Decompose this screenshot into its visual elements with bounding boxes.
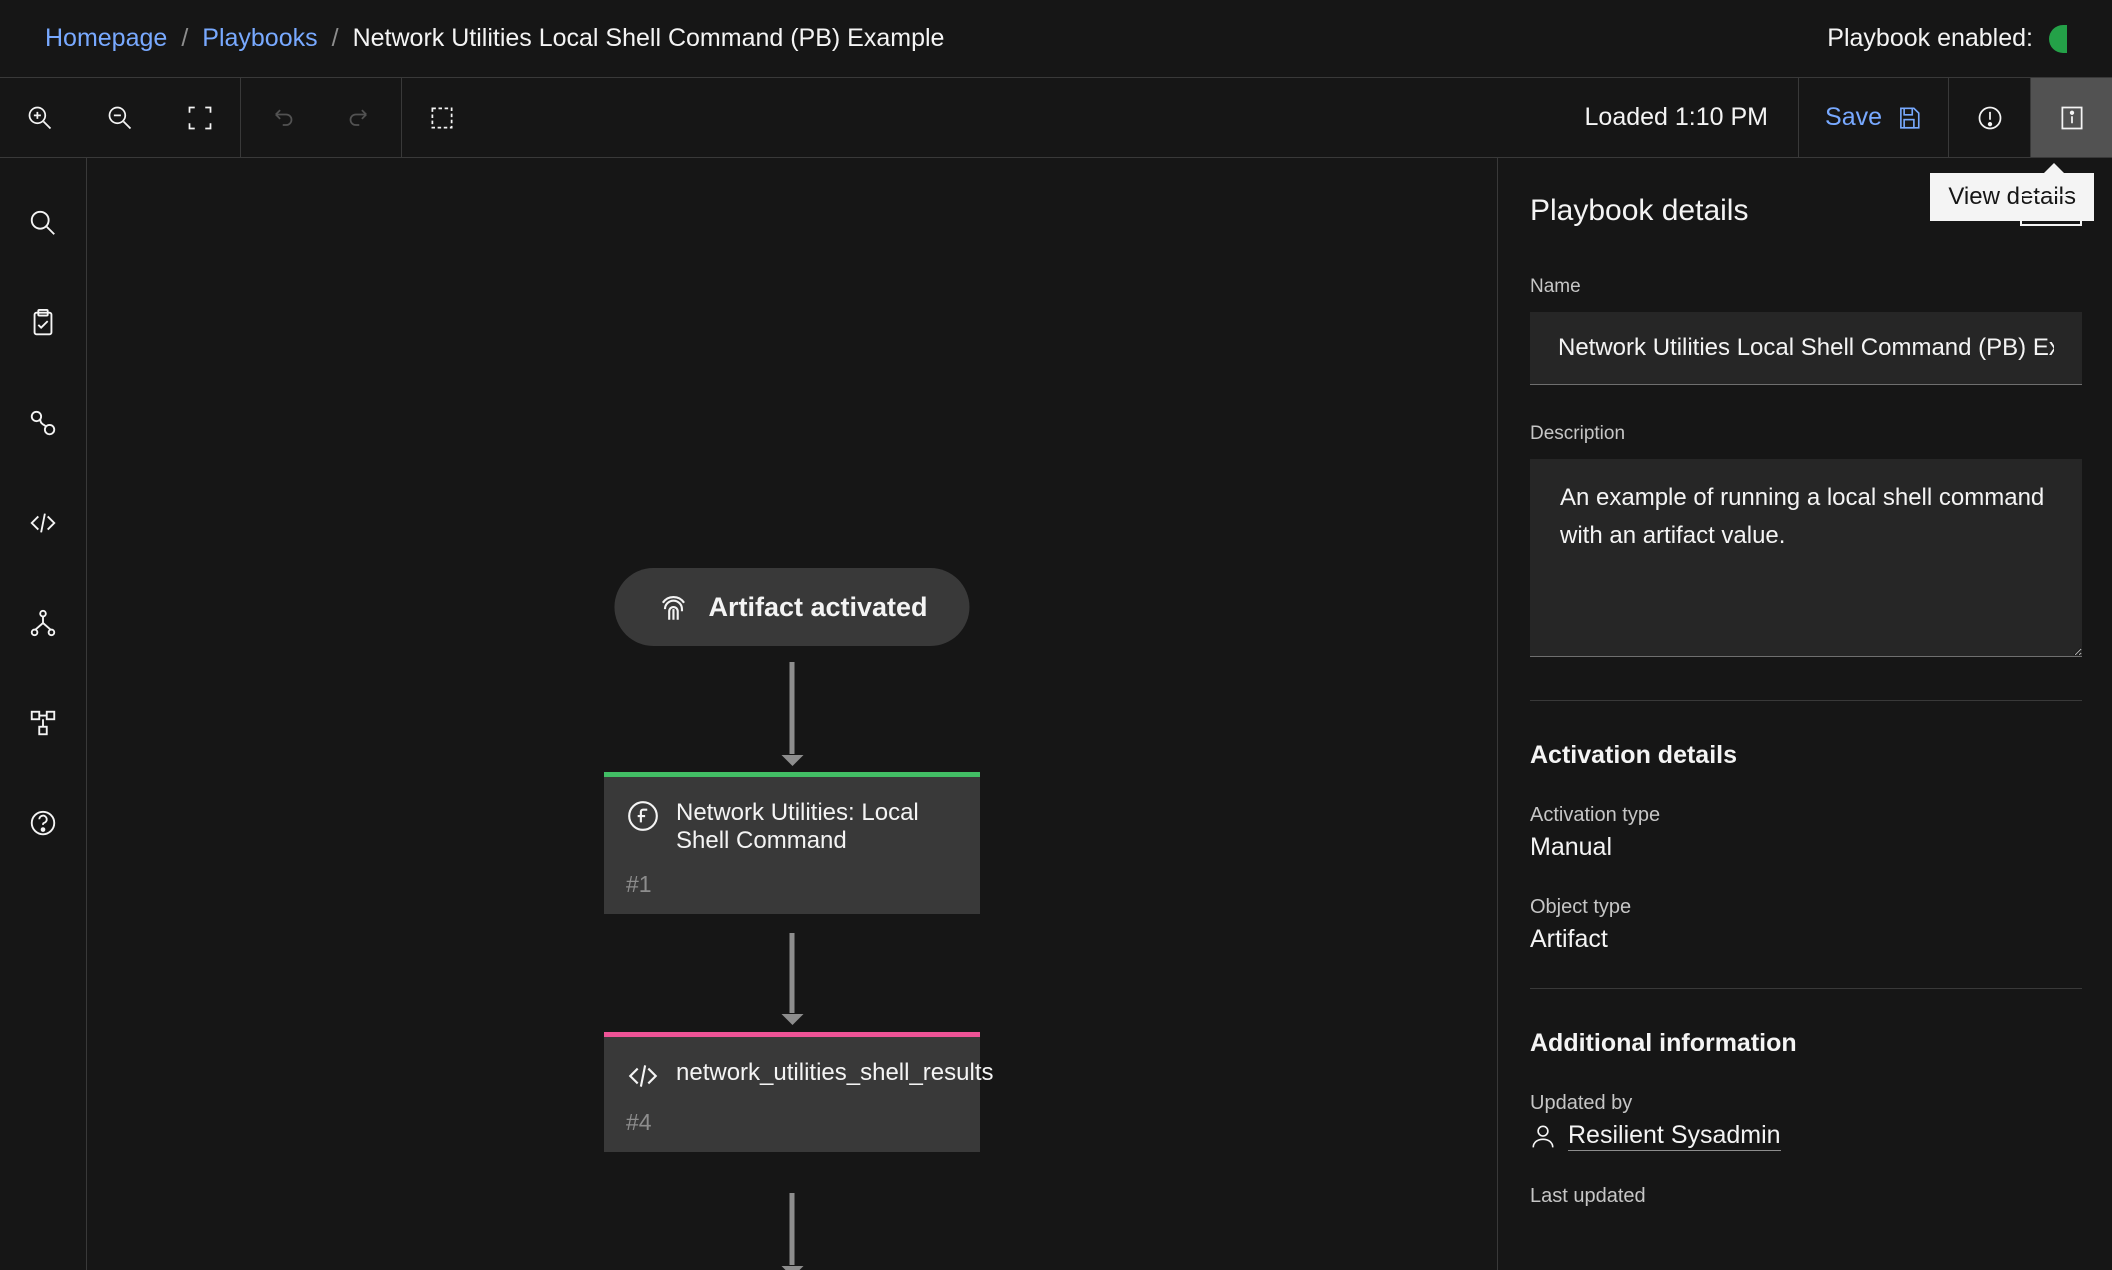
function-icon: [626, 799, 660, 855]
last-updated-label: Last updated: [1530, 1185, 2082, 1208]
name-label: Name: [1530, 276, 2082, 298]
description-label: Description: [1530, 423, 2082, 445]
toolbar: Loaded 1:10 PM Save: [0, 78, 2112, 158]
canvas[interactable]: Artifact activated Network Utilities: Lo…: [87, 158, 1498, 1270]
save-button[interactable]: Save: [1798, 78, 1948, 157]
start-node-label: Artifact activated: [708, 592, 927, 623]
breadcrumb: Homepage / Playbooks / Network Utilities…: [45, 24, 944, 53]
help-icon[interactable]: [28, 808, 58, 838]
fingerprint-icon: [656, 590, 690, 624]
clipboard-icon[interactable]: [28, 308, 58, 338]
description-input[interactable]: An example of running a local shell comm…: [1530, 459, 2082, 657]
updated-by-label: Updated by: [1530, 1092, 2082, 1115]
activation-type-label: Activation type: [1530, 804, 2082, 827]
connector: [790, 1193, 795, 1265]
node-number: #1: [604, 865, 980, 914]
name-input[interactable]: [1530, 312, 2082, 385]
warning-button[interactable]: [1948, 78, 2030, 157]
updated-by-value[interactable]: Resilient Sysadmin: [1568, 1121, 1781, 1151]
user-icon: [1530, 1123, 1556, 1149]
function-node-label: Network Utilities: Local Shell Command: [676, 799, 958, 855]
node-number: #4: [604, 1103, 980, 1152]
start-node[interactable]: Artifact activated: [614, 568, 969, 646]
search-icon[interactable]: [28, 208, 58, 238]
loaded-time: Loaded 1:10 PM: [1555, 78, 1798, 157]
details-button[interactable]: [2030, 78, 2112, 157]
details-panel: Playbook details Name Description An exa…: [1498, 158, 2112, 1270]
zoom-in-button[interactable]: [0, 78, 80, 157]
left-rail: [0, 158, 87, 1270]
breadcrumb-sep: /: [332, 24, 339, 53]
select-button[interactable]: [402, 78, 482, 157]
breadcrumb-playbooks[interactable]: Playbooks: [202, 24, 317, 53]
zoom-out-button[interactable]: [80, 78, 160, 157]
code-icon[interactable]: [28, 508, 58, 538]
breadcrumb-sep: /: [181, 24, 188, 53]
header: Homepage / Playbooks / Network Utilities…: [0, 0, 2112, 78]
object-type-label: Object type: [1530, 896, 2082, 919]
code-icon: [626, 1059, 660, 1093]
connector: [790, 662, 795, 754]
additional-title: Additional information: [1530, 1029, 2082, 1058]
undo-button[interactable]: [241, 78, 321, 157]
script-node[interactable]: network_utilities_shell_results #4: [604, 1032, 980, 1152]
function-node[interactable]: Network Utilities: Local Shell Command #…: [604, 772, 980, 914]
script-node-label: network_utilities_shell_results: [676, 1059, 993, 1093]
breadcrumb-current: Network Utilities Local Shell Command (P…: [353, 24, 945, 53]
object-type-value: Artifact: [1530, 925, 2082, 954]
workflow-icon[interactable]: [28, 708, 58, 738]
breadcrumb-home[interactable]: Homepage: [45, 24, 167, 53]
playbook-enabled-label: Playbook enabled:: [1827, 24, 2033, 53]
header-right: Playbook enabled:: [1827, 24, 2067, 53]
activation-title: Activation details: [1530, 741, 2082, 770]
flow-icon[interactable]: [28, 408, 58, 438]
panel-toggle[interactable]: [2020, 194, 2082, 226]
connector: [790, 933, 795, 1013]
playbook-enabled-toggle[interactable]: [2049, 25, 2067, 53]
redo-button[interactable]: [321, 78, 401, 157]
fit-button[interactable]: [160, 78, 240, 157]
tree-icon[interactable]: [28, 608, 58, 638]
activation-type-value: Manual: [1530, 833, 2082, 862]
panel-title: Playbook details: [1530, 194, 2082, 228]
